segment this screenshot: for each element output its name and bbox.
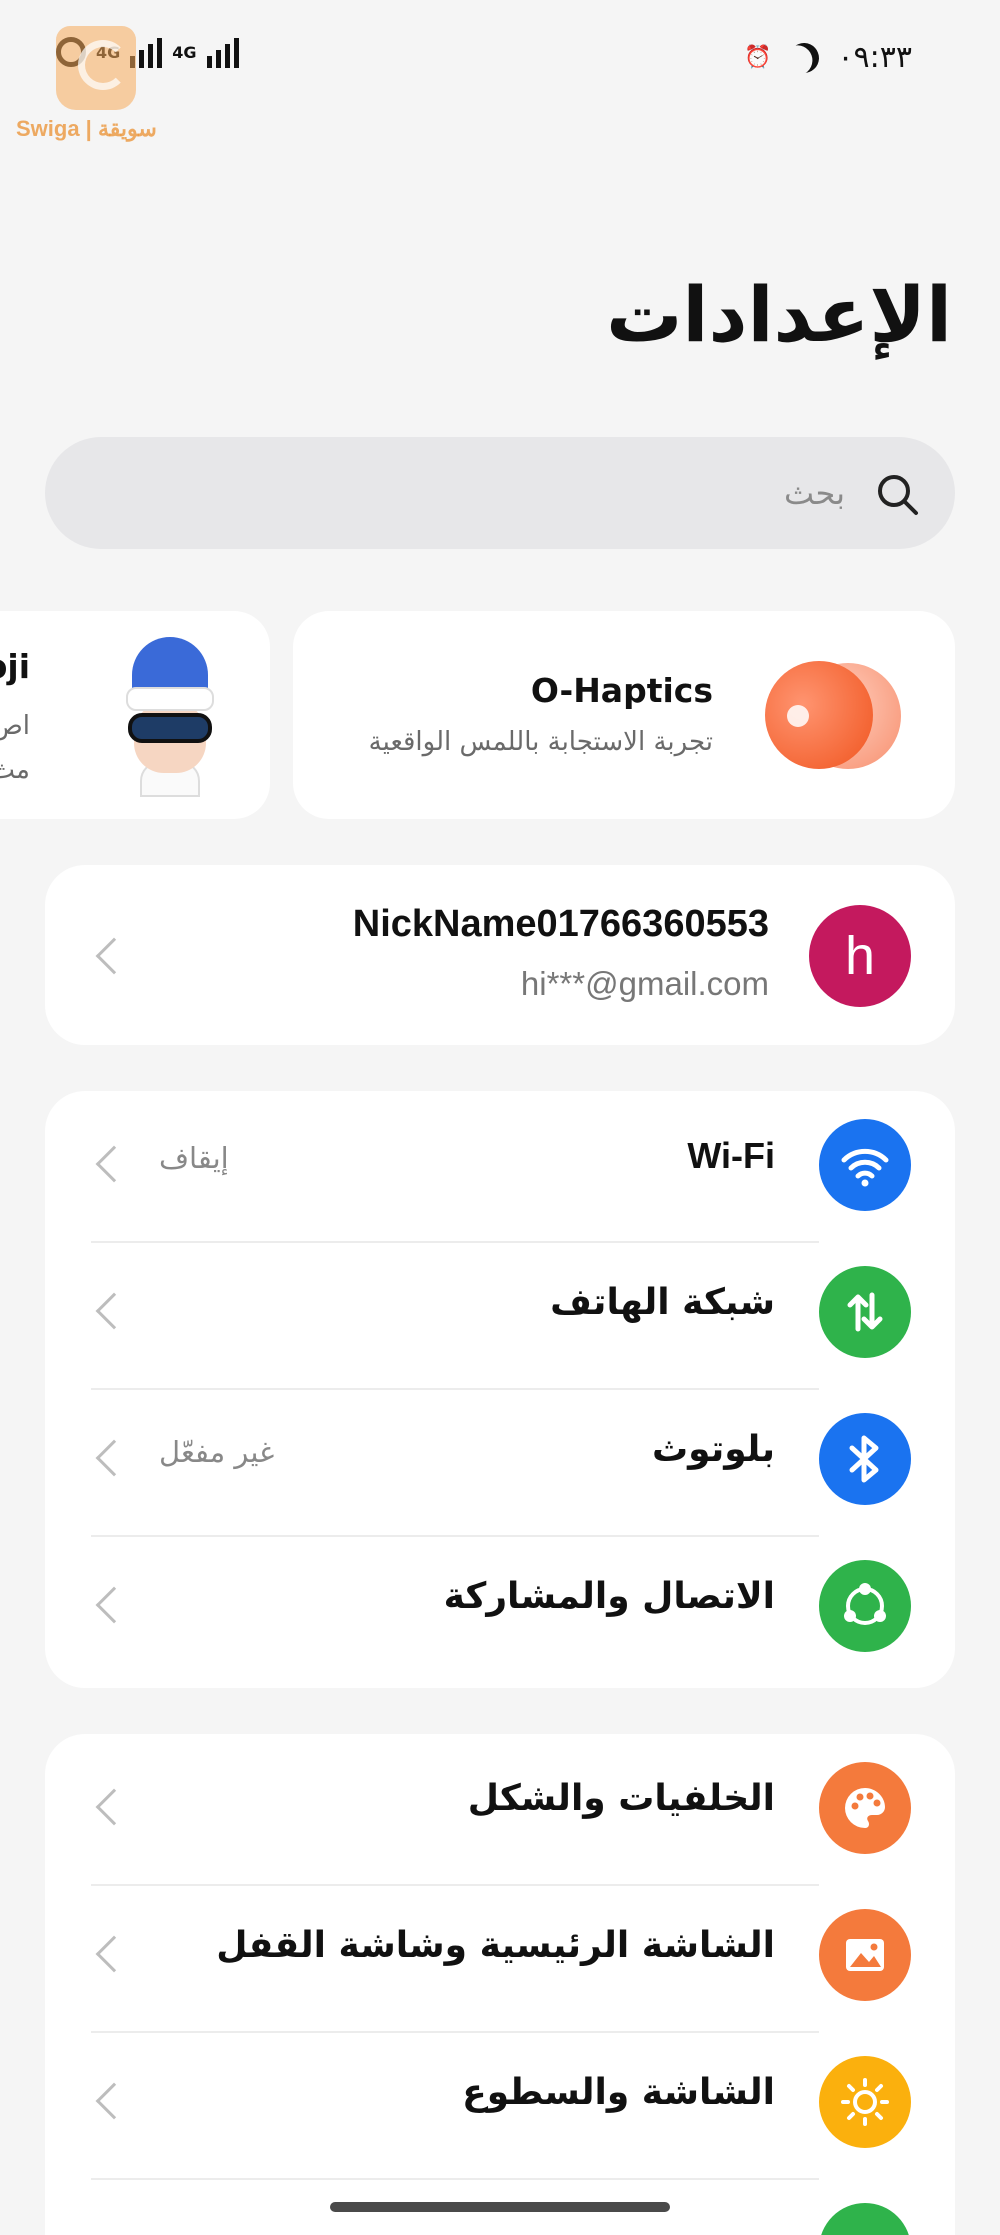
settings-item-wifi[interactable]: Wi-Fi إيقاف xyxy=(45,1091,955,1238)
palette-icon xyxy=(819,1762,911,1854)
wifi-icon xyxy=(819,1119,911,1211)
watermark-text: Swiga | سويقة xyxy=(16,116,157,141)
page-title: الإعدادات xyxy=(606,270,952,359)
watermark: Swiga | سويقة xyxy=(16,26,186,146)
bluetooth-status-value: غير مفعّل xyxy=(159,1435,275,1469)
haptics-card[interactable]: O-Haptics تجربة الاستجابة باللمس الواقعي… xyxy=(293,611,955,819)
settings-item-display-brightness[interactable]: الشاشة والسطوع xyxy=(45,2028,955,2175)
chevron-left-icon xyxy=(95,1145,133,1183)
chevron-left-icon xyxy=(95,937,133,975)
omoji-subtitle-line-2: مث xyxy=(0,755,30,785)
wifi-status-value: إيقاف xyxy=(159,1141,229,1175)
haptics-icon xyxy=(765,661,901,771)
settings-item-label: الخلفيات والشكل xyxy=(467,1778,775,1819)
search-icon xyxy=(878,475,918,515)
chevron-left-icon xyxy=(95,1586,133,1624)
omoji-subtitle-line-1: اص xyxy=(0,711,30,741)
chevron-left-icon xyxy=(95,1292,133,1330)
search-input[interactable] xyxy=(145,461,845,525)
settings-item-home-lock-screen[interactable]: الشاشة الرئيسية وشاشة القفل xyxy=(45,1881,955,2028)
settings-item-label: الشاشة والسطوع xyxy=(462,2072,775,2113)
omoji-avatar-icon xyxy=(118,637,222,797)
haptics-subtitle: تجربة الاستجابة باللمس الواقعية xyxy=(368,727,713,757)
status-bar-right: ⏰ ٠٩:٣٣ xyxy=(744,40,912,75)
settings-item-bluetooth[interactable]: بلوتوث غير مفعّل xyxy=(45,1385,955,1532)
watermark-logo-icon xyxy=(56,26,136,110)
bluetooth-icon xyxy=(819,1413,911,1505)
brightness-icon xyxy=(819,2056,911,2148)
settings-item-wallpapers[interactable]: الخلفيات والشكل xyxy=(45,1734,955,1881)
do-not-disturb-icon xyxy=(785,38,823,76)
account-email: hi***@gmail.com xyxy=(520,965,769,1002)
home-indicator[interactable] xyxy=(330,2202,670,2212)
partial-icon xyxy=(819,2203,911,2235)
chevron-left-icon xyxy=(95,1439,133,1477)
alarm-icon: ⏰ xyxy=(744,45,772,70)
settings-item-connection-sharing[interactable]: الاتصال والمشاركة xyxy=(45,1532,955,1679)
chevron-left-icon xyxy=(95,1935,133,1973)
account-card[interactable]: h NickName01766360553 hi***@gmail.com xyxy=(45,865,955,1045)
settings-item-label: شبكة الهاتف xyxy=(550,1282,775,1323)
settings-item-label: الشاشة الرئيسية وشاشة القفل xyxy=(216,1925,775,1966)
image-icon xyxy=(819,1909,911,2001)
settings-item-label: Wi-Fi xyxy=(687,1135,775,1176)
connectivity-group: Wi-Fi إيقاف شبكة الهاتف بلوتوث غير مفعّل xyxy=(45,1091,955,1688)
omoji-title: Omoji xyxy=(0,647,30,686)
status-time: ٠٩:٣٣ xyxy=(837,40,912,75)
haptics-title: O-Haptics xyxy=(530,671,713,710)
chevron-left-icon xyxy=(95,1788,133,1826)
omoji-card[interactable]: Omoji اص مث xyxy=(0,611,270,819)
mobile-data-icon xyxy=(819,1266,911,1358)
display-group: الخلفيات والشكل الشاشة الرئيسية وشاشة ال… xyxy=(45,1734,955,2235)
signal-bars-icon xyxy=(206,36,239,68)
share-icon xyxy=(819,1560,911,1652)
account-name: NickName01766360553 xyxy=(352,903,769,945)
search-bar[interactable] xyxy=(45,437,955,549)
settings-item-label: بلوتوث xyxy=(651,1429,775,1470)
chevron-left-icon xyxy=(95,2082,133,2120)
settings-item-mobile-network[interactable]: شبكة الهاتف xyxy=(45,1238,955,1385)
avatar: h xyxy=(809,905,911,1007)
settings-item-label: الاتصال والمشاركة xyxy=(443,1576,775,1617)
